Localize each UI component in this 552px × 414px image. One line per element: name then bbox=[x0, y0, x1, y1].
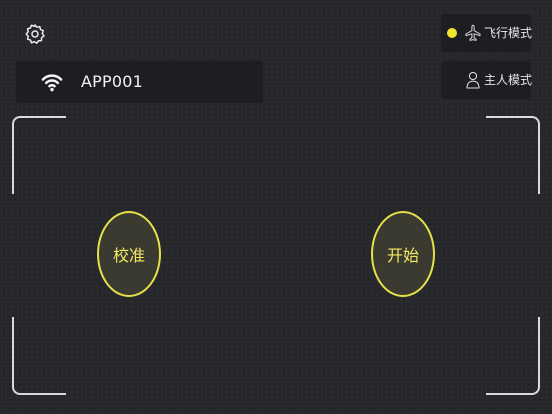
flight-mode-label: 飞行模式 bbox=[484, 26, 533, 40]
wifi-ssid: APP001 bbox=[81, 72, 143, 91]
gear-icon bbox=[25, 24, 45, 44]
settings-button[interactable] bbox=[21, 20, 49, 48]
frame-corner-bottom-left bbox=[12, 317, 66, 395]
master-mode-label: 主人模式 bbox=[484, 73, 533, 87]
flight-mode-button[interactable]: 飞行模式 bbox=[441, 14, 533, 52]
airplane-icon bbox=[465, 24, 481, 41]
frame-corner-bottom-right bbox=[486, 317, 540, 395]
person-icon bbox=[466, 71, 480, 89]
calibrate-button-label: 校准 bbox=[112, 246, 145, 265]
master-mode-button[interactable]: 主人模式 bbox=[441, 61, 533, 99]
start-button-label: 开始 bbox=[386, 246, 419, 265]
connection-bar[interactable]: APP001 bbox=[16, 61, 263, 103]
start-button[interactable]: 开始 bbox=[371, 211, 435, 297]
calibrate-button[interactable]: 校准 bbox=[97, 211, 161, 297]
frame-corner-top-right bbox=[486, 116, 540, 194]
wifi-icon bbox=[41, 74, 63, 92]
flight-mode-indicator bbox=[447, 28, 457, 38]
app-screen: APP001 飞行模式 主人模式 校准 开始 bbox=[0, 0, 552, 414]
frame-corner-top-left bbox=[12, 116, 66, 194]
